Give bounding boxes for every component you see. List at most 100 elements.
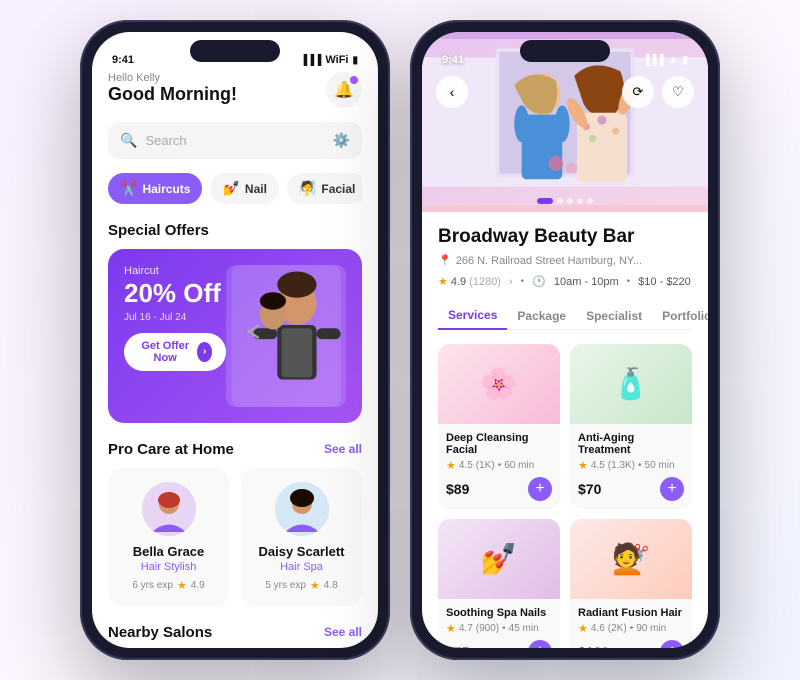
service-img-antiaging: 🧴 — [570, 344, 692, 424]
greeting-row: Hello Kelly Good Morning! 🔔 — [108, 72, 362, 108]
phones-container: 9:41 ▐▐▐ WiFi ▮ Hello Kelly Good Morning… — [80, 20, 720, 660]
salon-rating: ★ 4.9 (1280) — [438, 275, 501, 288]
pro-star-daisy: ★ — [310, 579, 320, 592]
svc-star-4: ★ — [578, 622, 588, 635]
pro-avatar-bella — [142, 482, 196, 536]
service-grid: 🌸 Deep Cleansing Facial ★ 4.5 (1K) • 60 … — [438, 344, 692, 648]
svc-rcount-2: (1.3K) — [608, 460, 635, 471]
dynamic-island-2 — [520, 40, 610, 62]
tab-portfolio[interactable]: Portfolio — [652, 302, 708, 330]
category-facial[interactable]: 🧖 Facial — [287, 173, 362, 204]
service-price-row-4: $120 + — [578, 640, 684, 648]
share-button[interactable]: ⟳ — [622, 76, 654, 108]
service-img-facial: 🌸 — [438, 344, 560, 424]
category-haircuts[interactable]: ✂️ Haircuts — [108, 173, 202, 204]
offer-type: Haircut — [124, 265, 226, 277]
search-bar[interactable]: 🔍 Search ⚙️ — [108, 122, 362, 159]
tab-services[interactable]: Services — [438, 302, 507, 330]
phone-2-screen: 9:41 ▐▐▐ ▲ ▮ — [422, 32, 708, 648]
price-range: $10 - $220 — [638, 276, 691, 288]
favorite-button[interactable]: ♡ — [662, 76, 694, 108]
service-info-facial: Deep Cleansing Facial ★ 4.5 (1K) • 60 mi… — [438, 424, 560, 509]
pro-star-bella: ★ — [177, 579, 187, 592]
pro-card-bella[interactable]: Bella Grace Hair Stylish 6 yrs exp ★ 4.9 — [108, 468, 229, 606]
svc-sep-3: • — [502, 623, 506, 634]
filter-button[interactable]: ⚙️ — [333, 132, 350, 149]
facial-label: Facial — [321, 182, 355, 196]
svc-rating-4: 4.6 — [591, 623, 605, 634]
svc-rating-3: 4.7 — [459, 623, 473, 634]
tab-specialist[interactable]: Specialist — [576, 302, 652, 330]
haircuts-icon: ✂️ — [120, 180, 137, 197]
wifi-icon: WiFi — [325, 54, 348, 66]
category-nail[interactable]: 💅 Nail — [210, 173, 278, 204]
rating-count: (1280) — [469, 276, 501, 288]
dot-1 — [537, 198, 553, 204]
address-text: 266 N. Railroad Street Hamburg, NY... — [456, 255, 642, 267]
nearby-salons-title: Nearby Salons — [108, 624, 212, 641]
service-card-nails: 💅 Soothing Spa Nails ★ 4.7 (900) • 45 mi… — [438, 519, 560, 648]
pro-rating-bella: 4.9 — [191, 580, 205, 591]
nearby-see-all[interactable]: See all — [324, 625, 362, 639]
hello-label: Hello Kelly — [108, 72, 237, 84]
service-price-1: $89 — [446, 481, 469, 497]
notification-bell-button[interactable]: 🔔 — [326, 72, 362, 108]
service-card-facial: 🌸 Deep Cleansing Facial ★ 4.5 (1K) • 60 … — [438, 344, 560, 509]
pro-exp-bella: 6 yrs exp — [132, 580, 173, 591]
search-placeholder-text: Search — [145, 133, 324, 148]
nail-icon: 💅 — [222, 180, 239, 197]
add-service-1-button[interactable]: + — [528, 477, 552, 501]
tab-package[interactable]: Package — [507, 302, 576, 330]
service-meta-antiaging: ★ 4.5 (1.3K) • 50 min — [578, 459, 684, 472]
dot-3 — [567, 198, 573, 204]
offer-arrow-icon: › — [197, 342, 212, 362]
salon-meta: ★ 4.9 (1280) › • 🕐 10am - 10pm • $10 - $… — [438, 275, 692, 288]
service-price-3: $55 — [446, 644, 469, 648]
get-offer-button[interactable]: Get Offer Now › — [124, 333, 226, 371]
meta-sep-1: • — [521, 276, 525, 287]
svc-dur-3: 45 min — [509, 623, 539, 634]
offer-btn-label: Get Offer Now — [138, 340, 192, 364]
svc-sep-1: • — [498, 460, 502, 471]
service-meta-facial: ★ 4.5 (1K) • 60 min — [446, 459, 552, 472]
clock-icon: 🕐 — [532, 275, 546, 288]
add-service-3-button[interactable]: + — [528, 640, 552, 648]
svc-sep-2: • — [638, 460, 642, 471]
offer-card[interactable]: Haircut 20% Off Jul 16 - Jul 24 Get Offe… — [108, 249, 362, 423]
location-icon: 📍 — [438, 254, 452, 267]
dot-2 — [557, 198, 563, 204]
pro-card-daisy[interactable]: Daisy Scarlett Hair Spa 5 yrs exp ★ 4.8 — [241, 468, 362, 606]
service-img-hair: 💇 — [570, 519, 692, 599]
battery-icon-2: ▮ — [682, 55, 688, 66]
facial-icon: 🧖 — [299, 180, 316, 197]
pro-avatar-daisy — [275, 482, 329, 536]
service-name-antiaging: Anti-Aging Treatment — [578, 432, 684, 456]
service-name-nails: Soothing Spa Nails — [446, 607, 552, 619]
svc-rcount-3: (900) — [476, 623, 499, 634]
add-service-2-button[interactable]: + — [660, 477, 684, 501]
svc-sep-4: • — [630, 623, 634, 634]
svc-dur-2: 50 min — [645, 460, 675, 471]
back-button[interactable]: ‹ — [436, 76, 468, 108]
svc-rcount-4: (2K) — [608, 623, 627, 634]
pro-care-see-all[interactable]: See all — [324, 442, 362, 456]
service-img-nails: 💅 — [438, 519, 560, 599]
hours-text: 10am - 10pm — [554, 276, 619, 288]
chevron-right-icon: › — [509, 276, 513, 288]
pro-care-list: Bella Grace Hair Stylish 6 yrs exp ★ 4.9 — [108, 468, 362, 606]
svc-dur-4: 90 min — [636, 623, 666, 634]
battery-icon: ▮ — [352, 55, 358, 66]
service-meta-hair: ★ 4.6 (2K) • 90 min — [578, 622, 684, 635]
service-price-4: $120 — [578, 644, 609, 648]
greeting-text: Hello Kelly Good Morning! — [108, 72, 237, 105]
offer-text: Haircut 20% Off Jul 16 - Jul 24 Get Offe… — [124, 265, 226, 407]
service-meta-nails: ★ 4.7 (900) • 45 min — [446, 622, 552, 635]
meta-sep-2: • — [627, 276, 631, 287]
phone-1-screen: 9:41 ▐▐▐ WiFi ▮ Hello Kelly Good Morning… — [92, 32, 378, 648]
svc-star-3: ★ — [446, 622, 456, 635]
service-price-row-3: $55 + — [446, 640, 552, 648]
add-service-4-button[interactable]: + — [660, 640, 684, 648]
service-price-row-1: $89 + — [446, 477, 552, 501]
good-morning-label: Good Morning! — [108, 84, 237, 105]
nail-label: Nail — [245, 182, 267, 196]
